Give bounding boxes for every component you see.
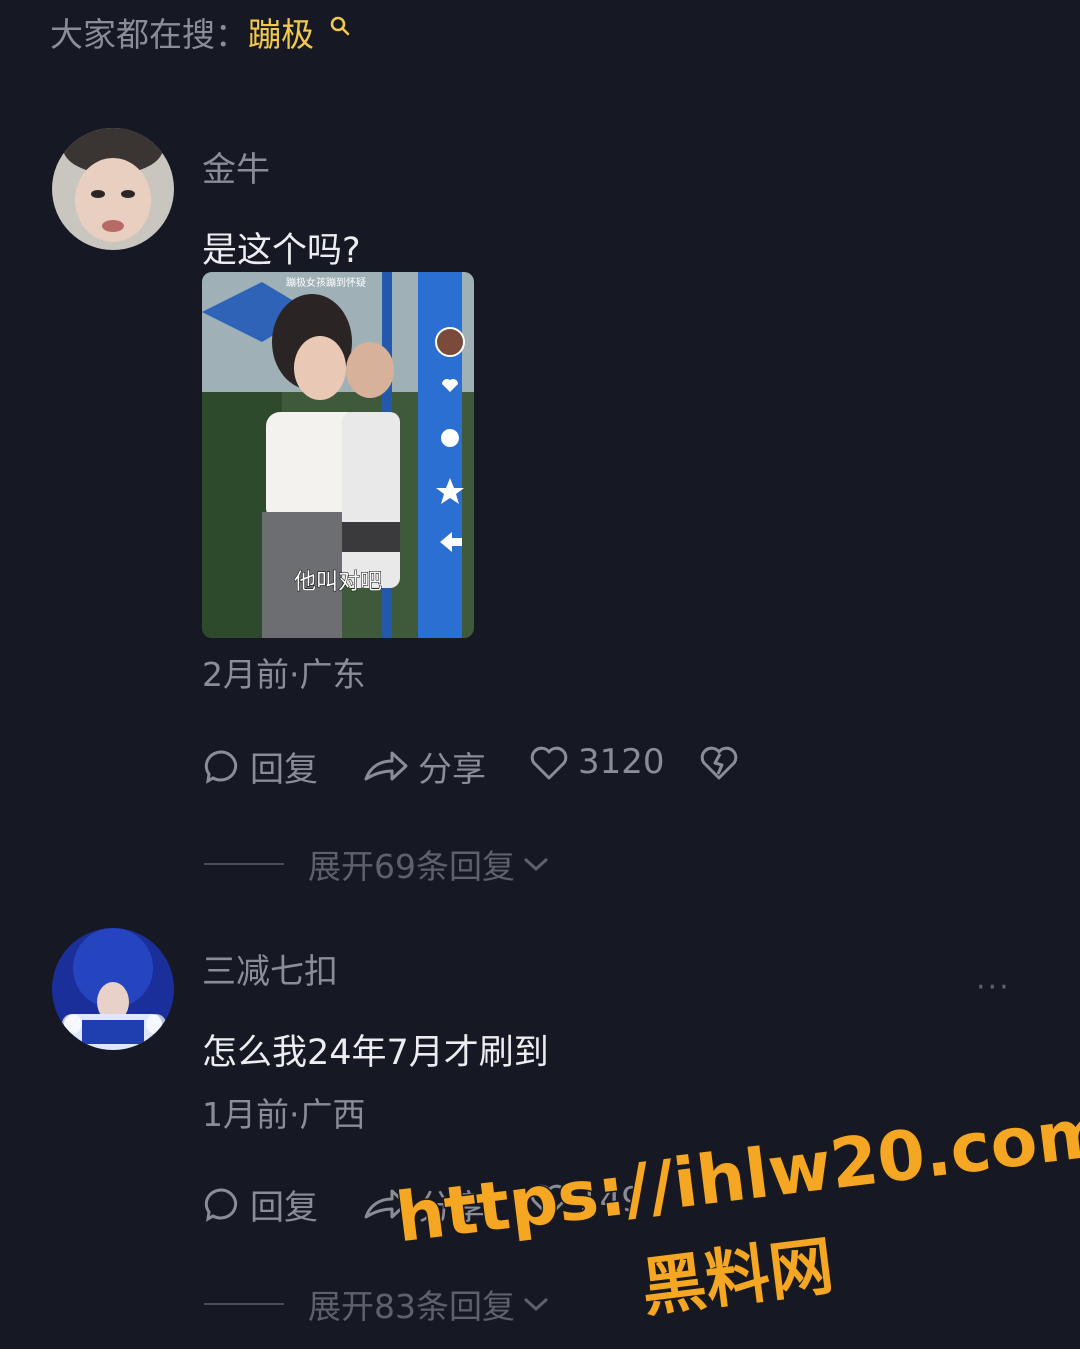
comment-username[interactable]: 三减七扣 bbox=[202, 944, 338, 993]
like-count: 3120 bbox=[578, 742, 665, 782]
dislike-button[interactable] bbox=[698, 742, 748, 782]
comment-meta: 1月前·广西 bbox=[202, 1095, 366, 1134]
expand-replies-label: 展开83条回复 bbox=[308, 1287, 515, 1326]
expand-replies[interactable]: 展开69条回复 bbox=[204, 840, 551, 888]
reply-label: 回复 bbox=[250, 1188, 318, 1228]
share-label: 分享 bbox=[418, 750, 486, 790]
video-top-caption: 蹦极女孩蹦到怀疑 bbox=[286, 278, 366, 289]
reply-button[interactable]: 回复 bbox=[202, 742, 318, 791]
like-button[interactable]: 3120 bbox=[528, 742, 665, 782]
comment-bubble-icon bbox=[204, 749, 238, 784]
comment-video-thumbnail[interactable]: 蹦极女孩蹦到怀疑 他叫对吧 bbox=[202, 272, 474, 638]
comment-text: 怎么我24年7月才刷到 bbox=[202, 1033, 549, 1073]
heart-icon bbox=[530, 746, 568, 780]
comment-username[interactable]: 金牛 bbox=[202, 142, 270, 191]
chevron-down-icon bbox=[523, 857, 549, 872]
more-options-icon[interactable]: ··· bbox=[976, 970, 1011, 1005]
divider-line bbox=[204, 1303, 284, 1305]
watermark-name: 黑料网 bbox=[636, 1228, 839, 1328]
reply-label: 回复 bbox=[250, 750, 318, 790]
search-icon bbox=[329, 6, 351, 45]
expand-replies[interactable]: 展开83条回复 bbox=[204, 1280, 551, 1328]
video-subtitle: 他叫对吧 bbox=[293, 570, 383, 596]
divider-line bbox=[204, 863, 284, 865]
avatar[interactable] bbox=[52, 128, 174, 250]
share-arrow-icon bbox=[364, 751, 408, 780]
search-suggestion-prefix: 大家都在搜： bbox=[50, 15, 248, 54]
comment-text: 是这个吗? bbox=[202, 231, 361, 271]
avatar[interactable] bbox=[52, 928, 174, 1050]
search-suggestion[interactable]: 大家都在搜：蹦极 bbox=[50, 8, 351, 56]
share-button[interactable]: 分享 bbox=[362, 742, 486, 791]
reply-button[interactable]: 回复 bbox=[202, 1180, 318, 1229]
chevron-down-icon bbox=[523, 1297, 549, 1312]
search-suggestion-keyword[interactable]: 蹦极 bbox=[248, 15, 314, 54]
comment-meta: 2月前·广东 bbox=[202, 655, 366, 694]
expand-replies-label: 展开69条回复 bbox=[308, 847, 515, 886]
broken-heart-icon bbox=[700, 746, 738, 780]
comment-bubble-icon bbox=[204, 1187, 238, 1222]
